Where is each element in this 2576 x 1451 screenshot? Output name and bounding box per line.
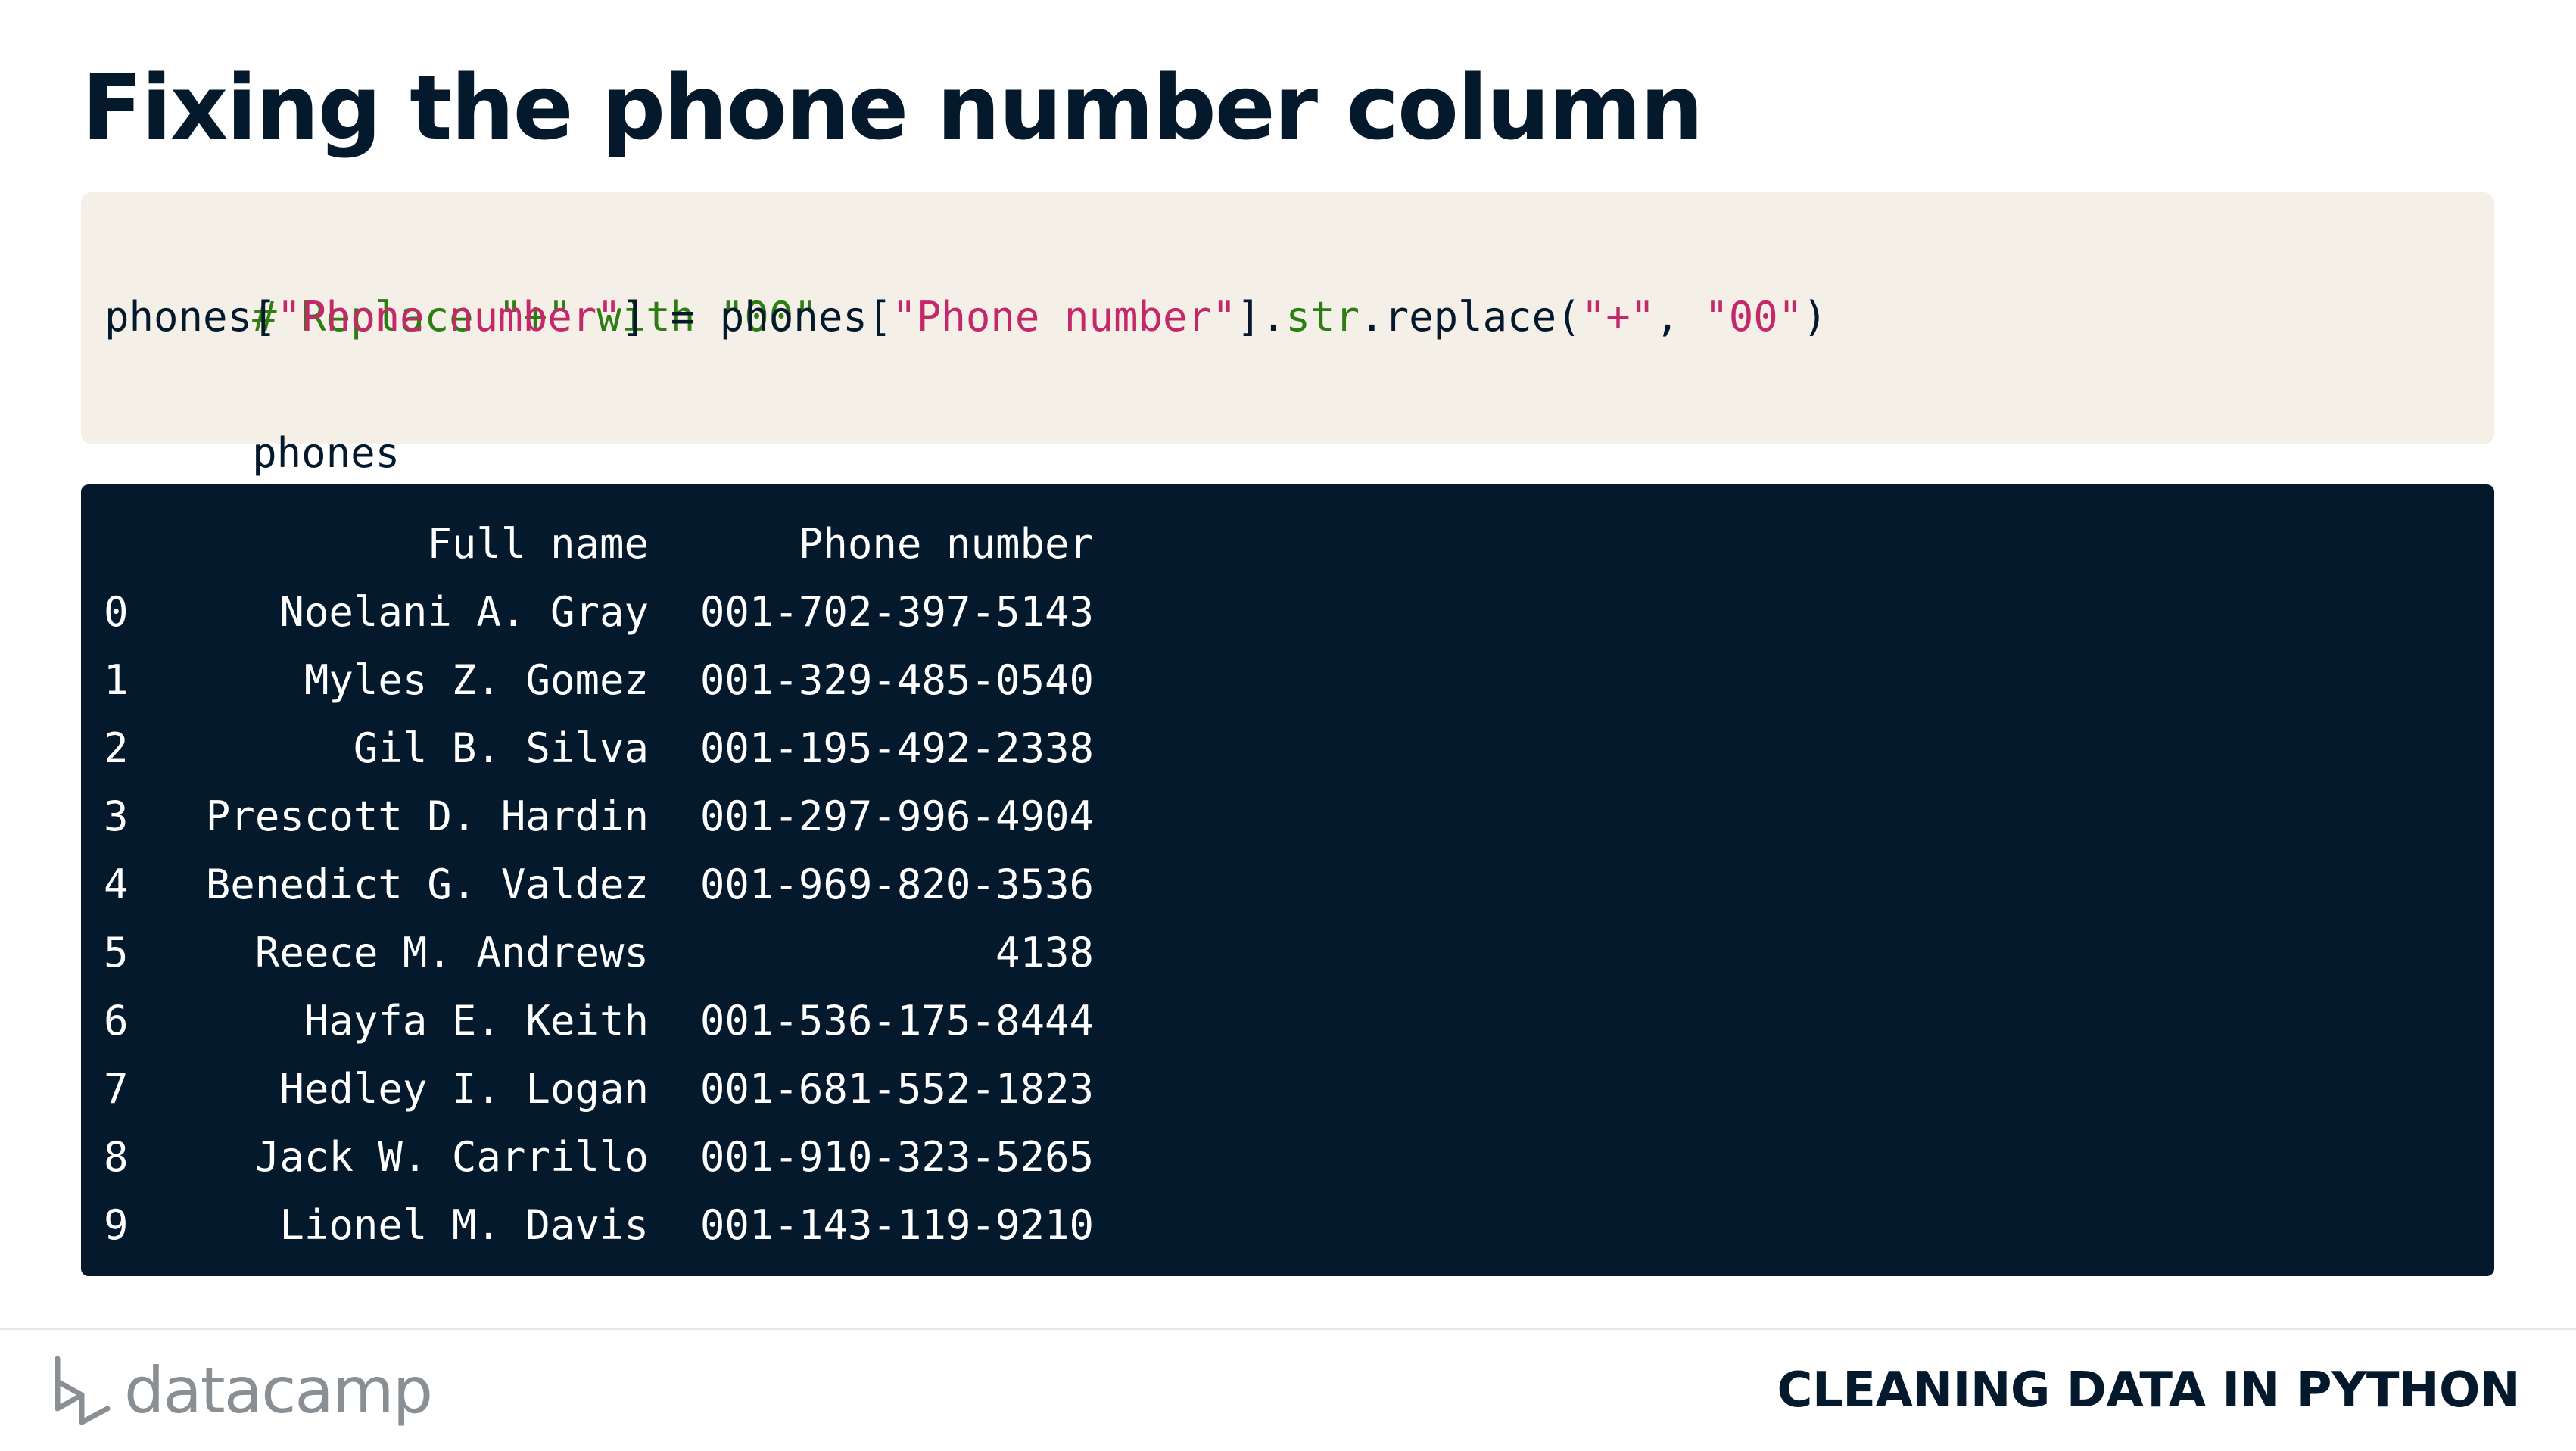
table-row: 8 Jack W. Carrillo 001-910-323-5265 [104,1123,1094,1191]
table-row: 7 Hedley I. Logan 001-681-552-1823 [104,1055,1094,1123]
code-attr: str [1285,293,1360,341]
row-phone-number: 001-195-492-2338 [699,724,1094,772]
header-full-name: Full name [427,520,649,568]
datacamp-logo-icon [55,1356,111,1425]
code-line-assignment: phones["Phone number"] = phones["Phone n… [104,283,1827,351]
code-string: "Phone number" [892,293,1237,341]
code-token: ) [1802,293,1827,341]
code-token: , [1655,293,1705,341]
slide-title: Fixing the phone number column [82,55,1704,160]
code-token: ]. [1236,293,1286,341]
row-phone-number: 001-536-175-8444 [699,997,1094,1045]
code-line-comment: # Replace "+" with "00" [104,215,1827,341]
course-title: CLEANING DATA IN PYTHON [1777,1362,2520,1418]
table-row: 4 Benedict G. Valdez 001-969-820-3536 [104,851,1094,919]
table-row: 2 Gil B. Silva 001-195-492-2338 [104,715,1094,783]
row-index: 5 [104,929,129,976]
code-token: ] = phones[ [621,293,892,341]
row-full-name: Jack W. Carrillo [254,1133,649,1181]
row-phone-number: 4138 [995,929,1094,976]
row-phone-number: 001-969-820-3536 [699,861,1094,908]
row-full-name: Reece M. Andrews [254,929,649,976]
row-index: 2 [104,724,129,772]
table-header-row: Full name Phone number [104,510,1094,578]
row-index: 3 [104,792,129,840]
row-phone-number: 001-329-485-0540 [699,656,1094,704]
code-token: phones [252,429,400,477]
row-full-name: Prescott D. Hardin [205,792,649,840]
row-index: 0 [104,588,129,636]
table-row: 1 Myles Z. Gomez 001-329-485-0540 [104,646,1094,715]
header-phone-number: Phone number [798,520,1094,568]
code-block: # Replace "+" with "00" phones["Phone nu… [81,192,2494,477]
row-full-name: Gil B. Silva [353,724,649,772]
row-full-name: Lionel M. Davis [279,1201,649,1249]
code-string: "+" [1581,293,1656,341]
table-row: 9 Lionel M. Davis 001-143-119-9210 [104,1191,1094,1260]
output-block: Full name Phone number 0 Noelani A. Gray 0… [81,484,2494,1276]
code-token: phones[ [104,293,277,341]
row-full-name: Myles Z. Gomez [304,656,649,704]
row-index: 8 [104,1133,129,1181]
table-row: 0 Noelani A. Gray 001-702-397-5143 [104,578,1094,646]
header-index [104,510,178,578]
row-phone-number: 001-143-119-9210 [699,1201,1094,1249]
row-full-name: Noelani A. Gray [279,588,649,636]
code-token: .replace( [1360,293,1581,341]
row-phone-number: 001-910-323-5265 [699,1133,1094,1181]
row-phone-number: 001-297-996-4904 [699,792,1094,840]
row-index: 6 [104,997,129,1045]
row-index: 7 [104,1065,129,1113]
code-string: "00" [1704,293,1803,341]
row-full-name: Benedict G. Valdez [205,861,649,908]
row-full-name: Hayfa E. Keith [304,997,649,1045]
output-table: Full name Phone number 0 Noelani A. Gray 0… [104,510,1094,1260]
row-index: 1 [104,656,129,704]
row-index: 4 [104,861,129,908]
logo-wordmark: datacamp [124,1353,433,1428]
row-index: 9 [104,1201,129,1249]
footer-divider [0,1328,2576,1330]
table-row: 6 Hayfa E. Keith 001-536-175-8444 [104,987,1094,1055]
row-phone-number: 001-702-397-5143 [699,588,1094,636]
code-line-output-var: phones [104,351,1827,477]
table-row: 3 Prescott D. Hardin 001-297-996-4904 [104,783,1094,851]
row-full-name: Hedley I. Logan [279,1065,649,1113]
table-row: 5 Reece M. Andrews 4138 [104,919,1094,987]
code-string: "Phone number" [276,293,621,341]
row-phone-number: 001-681-552-1823 [699,1065,1094,1113]
datacamp-logo: datacamp [51,1349,433,1432]
